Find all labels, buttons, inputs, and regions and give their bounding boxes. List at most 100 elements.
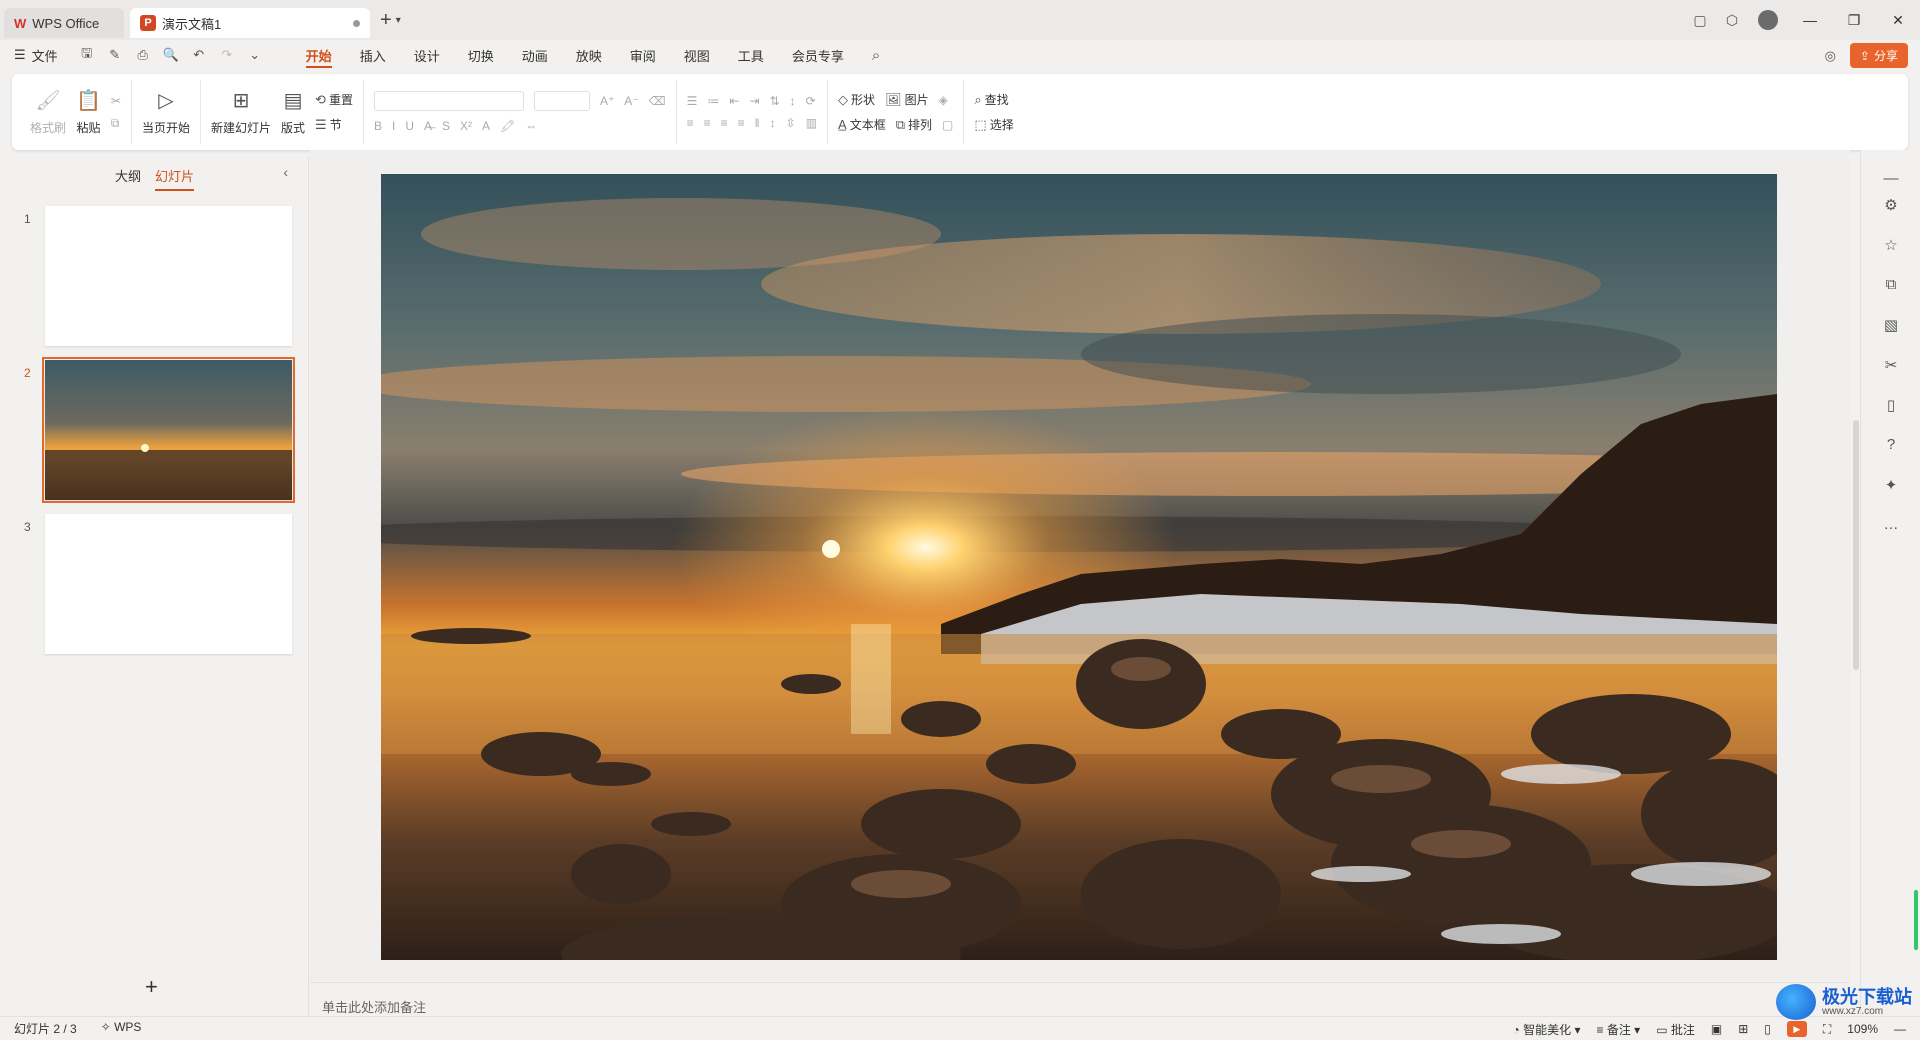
textbox-button[interactable]: A̲ 文本框 [838, 116, 886, 133]
zoom-level[interactable]: 109% [1847, 1022, 1878, 1036]
reading-view-icon[interactable]: ▯ [1764, 1022, 1771, 1036]
layout-button[interactable]: ▤ 版式 [281, 82, 305, 142]
menu-tab-transition[interactable]: 切换 [454, 40, 508, 70]
italic-icon[interactable]: I [392, 119, 395, 133]
paste-button[interactable]: 📋 粘贴 [76, 82, 101, 142]
cut-icon[interactable]: ✂ [111, 94, 121, 108]
slide-image[interactable] [381, 174, 1777, 960]
align-left-icon[interactable]: ≡ [687, 116, 694, 130]
undo-icon[interactable]: ↶ [186, 47, 212, 63]
increase-font-icon[interactable]: A⁺ [600, 94, 614, 108]
font-color-icon[interactable]: A [482, 119, 490, 133]
unsaved-dot-icon[interactable] [353, 19, 360, 27]
clear-format-icon[interactable]: ⌫ [649, 94, 666, 108]
arrange-button[interactable]: ⧉ 排列 [896, 116, 932, 133]
fill-icon[interactable]: ◈ [939, 93, 948, 107]
zoom-out-icon[interactable]: — [1894, 1022, 1906, 1036]
menu-tab-insert[interactable]: 插入 [346, 40, 400, 70]
tab-document[interactable]: P 演示文稿1 [130, 8, 370, 38]
tools-icon[interactable]: ✂ [1881, 356, 1901, 374]
more-icon[interactable]: … [1881, 516, 1901, 533]
close-button[interactable]: ✕ [1876, 0, 1920, 40]
columns-icon[interactable]: ▥ [806, 116, 817, 130]
sort-icon[interactable]: ↕ [790, 94, 796, 108]
numbered-list-icon[interactable]: ≔ [707, 94, 719, 108]
paragraph-spacing-icon[interactable]: ⇳ [786, 116, 796, 130]
char-spacing-icon[interactable]: ⇔ [525, 119, 537, 133]
find-button[interactable]: ⌕ 查找 [974, 91, 1013, 108]
file-menu[interactable]: ☰ 文件 [0, 46, 58, 65]
minimize-button[interactable]: — [1788, 0, 1832, 40]
chat-icon[interactable]: ◎ [1825, 48, 1836, 64]
menu-tab-design[interactable]: 设计 [400, 40, 454, 70]
outline-icon[interactable]: ▢ [942, 118, 953, 132]
more-chevron-icon[interactable]: ⌄ [242, 47, 268, 63]
convert-icon[interactable]: ⟳ [806, 94, 816, 108]
tab-outline[interactable]: 大纲 [115, 166, 141, 188]
play-slideshow-button[interactable]: ▶ [1786, 1021, 1807, 1037]
redo-icon[interactable]: ↷ [214, 47, 240, 63]
shape-button[interactable]: ◇ 形状 [838, 91, 875, 108]
search-icon[interactable]: ⌕ [872, 47, 880, 64]
select-button[interactable]: ⬚ 选择 [974, 116, 1013, 133]
highlight-icon[interactable]: 🖍 [500, 119, 515, 133]
star-icon[interactable]: ☆ [1881, 236, 1901, 254]
section-button[interactable]: ☰ 节 [315, 116, 353, 133]
menu-tab-tools[interactable]: 工具 [724, 40, 778, 70]
avatar[interactable] [1758, 10, 1778, 30]
menu-tab-view[interactable]: 视图 [670, 40, 724, 70]
slide-thumbnail-selected[interactable] [42, 357, 295, 503]
help-icon[interactable]: ? [1881, 436, 1901, 453]
line-spacing-icon[interactable]: ↕ [770, 116, 776, 130]
book-icon[interactable]: ▯ [1881, 396, 1901, 414]
bold-icon[interactable]: B [374, 119, 382, 133]
print-icon[interactable]: ⎙ [130, 47, 156, 63]
text-direction-icon[interactable]: ⇅ [770, 94, 780, 108]
menu-tab-slideshow[interactable]: 放映 [562, 40, 616, 70]
distribute-icon[interactable]: ‖ [755, 116, 760, 130]
collapse-panel-icon[interactable]: ‹ [283, 164, 288, 180]
menu-tab-review[interactable]: 审阅 [616, 40, 670, 70]
increase-indent-icon[interactable]: ⇥ [749, 94, 759, 108]
wps-ai-button[interactable]: ✧ WPS [101, 1020, 142, 1037]
font-family-select[interactable] [373, 91, 524, 111]
tab-home[interactable]: W WPS Office [4, 8, 124, 38]
format-painter-button[interactable]: 🖌 格式刷 [30, 82, 66, 142]
comments-button[interactable]: ▭ 批注 [1656, 1021, 1695, 1038]
menu-tab-member[interactable]: 会员专享 [778, 40, 858, 70]
vertical-scrollbar[interactable] [1852, 150, 1860, 980]
print-preview-icon[interactable]: 🔍 [158, 47, 184, 63]
window-layout-icon[interactable]: ▢ [1684, 0, 1716, 40]
adjust-icon[interactable]: ⚙ [1881, 196, 1901, 214]
menu-tab-animation[interactable]: 动画 [508, 40, 562, 70]
slide-thumbnail[interactable] [45, 206, 292, 346]
add-slide-button[interactable]: + [145, 974, 158, 1000]
paintbrush-icon[interactable]: ✎ [102, 47, 128, 63]
copy-layers-icon[interactable]: ⧉ [1881, 276, 1901, 293]
normal-view-icon[interactable]: ▣ [1711, 1022, 1722, 1036]
image-edit-icon[interactable]: ▧ [1881, 316, 1901, 334]
restore-button[interactable]: ❐ [1832, 0, 1876, 40]
notes-area[interactable]: 单击此处添加备注 [310, 982, 1850, 1016]
from-current-button[interactable]: ▷ 当页开始 [142, 82, 190, 142]
grid-view-icon[interactable]: ⊞ [1738, 1022, 1748, 1036]
share-button[interactable]: ⇪ 分享 [1849, 43, 1908, 68]
collapse-line-icon[interactable]: — [1881, 170, 1901, 187]
tab-slides[interactable]: 幻灯片 [155, 166, 195, 191]
fit-window-icon[interactable]: ⛶ [1823, 1022, 1831, 1037]
bullet-list-icon[interactable]: ☰ [687, 94, 698, 108]
align-center-icon[interactable]: ≡ [704, 116, 711, 130]
reset-button[interactable]: ⟲ 重置 [315, 91, 353, 108]
shadow-icon[interactable]: S [442, 119, 450, 133]
picture-button[interactable]: 🖼 图片 [885, 91, 929, 108]
sparkle-icon[interactable]: ✦ [1881, 476, 1901, 494]
beautify-button[interactable]: ◔ 智能美化 ▾ [1513, 1021, 1581, 1038]
decrease-font-icon[interactable]: A⁻ [624, 94, 638, 108]
menu-tab-home[interactable]: 开始 [292, 40, 346, 70]
strikethrough-icon[interactable]: A̶ [424, 119, 432, 133]
save-icon[interactable]: 🖫 [74, 44, 100, 66]
superscript-icon[interactable]: X² [460, 119, 472, 133]
new-slide-button[interactable]: ⊞ 新建幻灯片 [211, 82, 271, 142]
new-tab-button[interactable]: + ▾ [380, 9, 401, 32]
decrease-indent-icon[interactable]: ⇤ [729, 94, 739, 108]
